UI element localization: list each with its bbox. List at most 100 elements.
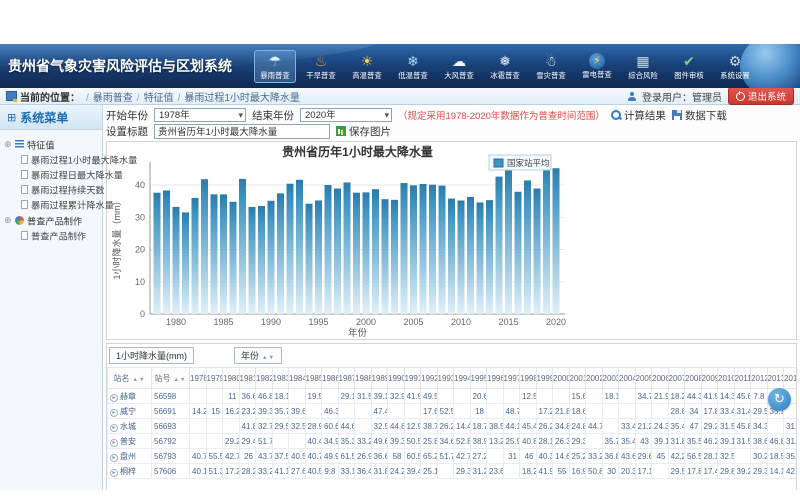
- year-column-header[interactable]: 2011: [734, 368, 751, 389]
- year-column-header[interactable]: 2004: [619, 368, 636, 389]
- row-expand-icon[interactable]: ▸: [110, 424, 118, 432]
- year-column-header[interactable]: 1993: [437, 368, 454, 389]
- value-cell: 19.5: [305, 389, 322, 404]
- year-column-header[interactable]: 2009: [701, 368, 718, 389]
- drought-icon: ♨: [310, 52, 332, 70]
- value-cell: 25.1: [421, 464, 438, 479]
- tree-item[interactable]: 暴雨过程持续天数: [4, 182, 100, 197]
- value-cell: 11: [223, 389, 240, 404]
- year-column-header[interactable]: 1982: [256, 368, 273, 389]
- year-column-header[interactable]: 1980: [223, 368, 240, 389]
- nav-item-drought[interactable]: ♨干旱普查: [300, 50, 342, 83]
- row-expand-icon[interactable]: ▸: [110, 454, 118, 462]
- year-column-header[interactable]: 1990: [388, 368, 405, 389]
- query-toolbar: 开始年份 1978年 结束年份 2020年 （规定采用1978-2020年数据作…: [106, 105, 797, 139]
- nav-item-high-temp[interactable]: ☀高温普查: [346, 50, 388, 83]
- tree-item[interactable]: 普查产品制作: [4, 228, 100, 243]
- year-column-header[interactable]: 2001: [569, 368, 586, 389]
- year-column-header[interactable]: 2000: [553, 368, 570, 389]
- nav-item-wind[interactable]: ☁大风普查: [438, 50, 480, 83]
- breadcrumb-item[interactable]: 暴雨过程1小时最大降水量: [176, 93, 300, 104]
- value-cell: [734, 449, 751, 464]
- start-year-select[interactable]: 1978年: [154, 108, 246, 122]
- measure-chip[interactable]: 1小时降水量(mm): [109, 347, 194, 364]
- year-column-header[interactable]: 1997: [503, 368, 520, 389]
- year-column-header[interactable]: 2013: [767, 368, 784, 389]
- value-cell: 39.4: [404, 464, 421, 479]
- value-cell: 24.8: [569, 419, 586, 434]
- toolbar-row-1: 开始年份 1978年 结束年份 2020年 （规定采用1978-2020年数据作…: [106, 107, 797, 123]
- tree-item[interactable]: 暴雨过程1小时最大降水量: [4, 152, 100, 167]
- value-cell: 39.1: [652, 434, 669, 449]
- year-column-header[interactable]: 1985: [305, 368, 322, 389]
- year-column-header[interactable]: 1983: [272, 368, 289, 389]
- year-column-header[interactable]: 1998: [520, 368, 537, 389]
- year-column-header[interactable]: 1981: [239, 368, 256, 389]
- year-column-header[interactable]: 1995: [470, 368, 487, 389]
- year-column-header[interactable]: 1984: [289, 368, 306, 389]
- value-cell: 28.1: [536, 434, 553, 449]
- value-cell: [652, 464, 669, 479]
- year-column-header[interactable]: 1988: [355, 368, 372, 389]
- nav-item-hail[interactable]: ❅冰雹普查: [484, 50, 526, 83]
- row-expand-icon[interactable]: ▸: [110, 409, 118, 417]
- year-column-header[interactable]: 1986: [322, 368, 339, 389]
- year-column-header[interactable]: 1994: [454, 368, 471, 389]
- year-column-header[interactable]: 2005: [635, 368, 652, 389]
- year-column-header[interactable]: 1996: [487, 368, 504, 389]
- nav-item-settings[interactable]: ⚙系统设置: [714, 50, 756, 83]
- nav-item-rainstorm[interactable]: ☂暴雨普查: [254, 50, 296, 83]
- value-cell: [487, 404, 504, 419]
- row-expand-icon[interactable]: ▸: [110, 439, 118, 447]
- nav-item-map-review[interactable]: ✔图件审核: [668, 50, 710, 83]
- tree-group[interactable]: ⊕普查产品制作: [4, 212, 100, 228]
- year-column-header[interactable]: 2014: [784, 368, 797, 389]
- breadcrumb-item[interactable]: 暴雨普查: [84, 93, 133, 104]
- expand-icon[interactable]: ⊕: [4, 215, 12, 226]
- year-column-header[interactable]: 1979: [206, 368, 223, 389]
- tree-item[interactable]: 暴雨过程日最大降水量: [4, 167, 100, 182]
- row-expand-icon[interactable]: ▸: [110, 469, 118, 477]
- value-cell: 30.2: [751, 449, 768, 464]
- value-cell: [437, 389, 454, 404]
- year-column-header[interactable]: 1978: [190, 368, 207, 389]
- year-column-header[interactable]: 2006: [652, 368, 669, 389]
- value-cell: 34: [685, 404, 702, 419]
- end-year-select[interactable]: 2020年: [300, 108, 392, 122]
- tree-item[interactable]: 暴雨过程累计降水量: [4, 197, 100, 212]
- value-cell: 29.6: [635, 449, 652, 464]
- year-column-header[interactable]: 2003: [602, 368, 619, 389]
- year-column-header[interactable]: 2012: [751, 368, 768, 389]
- year-column-header[interactable]: 2002: [586, 368, 603, 389]
- nav-item-lightning[interactable]: ⚡雷电普查: [576, 50, 618, 83]
- year-column-header[interactable]: 1992: [421, 368, 438, 389]
- save-image-button[interactable]: 保存图片: [336, 124, 391, 139]
- nav-item-snow[interactable]: ☃雪灾普查: [530, 50, 572, 83]
- year-column-header[interactable]: 1999: [536, 368, 553, 389]
- year-column-header[interactable]: 1989: [371, 368, 388, 389]
- value-cell: 18.2: [668, 389, 685, 404]
- page-icon: [21, 200, 28, 209]
- expand-icon[interactable]: ⊕: [4, 139, 12, 150]
- year-column-header[interactable]: 2010: [718, 368, 735, 389]
- breadcrumb-item[interactable]: 特征值: [135, 93, 174, 104]
- value-cell: 43.6: [619, 449, 636, 464]
- value-cell: 43.7: [256, 449, 273, 464]
- column-header-站名[interactable]: 站名▲▼: [108, 368, 152, 389]
- refresh-float-button[interactable]: ↻: [768, 388, 791, 411]
- data-download-button[interactable]: 数据下载: [672, 108, 727, 123]
- value-cell: 26: [239, 449, 256, 464]
- year-column-header[interactable]: 1991: [404, 368, 421, 389]
- logout-button[interactable]: 退出系统: [728, 87, 794, 105]
- nav-item-low-temp[interactable]: ❄低温普查: [392, 50, 434, 83]
- chart-title-input[interactable]: [154, 124, 330, 139]
- year-column-header[interactable]: 2008: [685, 368, 702, 389]
- nav-item-risk[interactable]: ▦综合风险: [622, 50, 664, 83]
- tree-group[interactable]: ⊕特征值: [4, 136, 100, 152]
- year-column-header[interactable]: 1987: [338, 368, 355, 389]
- year-field-chip[interactable]: 年份▲▼: [234, 347, 282, 364]
- column-header-站号[interactable]: 站号▲▼: [152, 368, 190, 389]
- row-expand-icon[interactable]: ▸: [110, 394, 118, 402]
- year-column-header[interactable]: 2007: [668, 368, 685, 389]
- calc-result-button[interactable]: 计算结果: [611, 108, 666, 123]
